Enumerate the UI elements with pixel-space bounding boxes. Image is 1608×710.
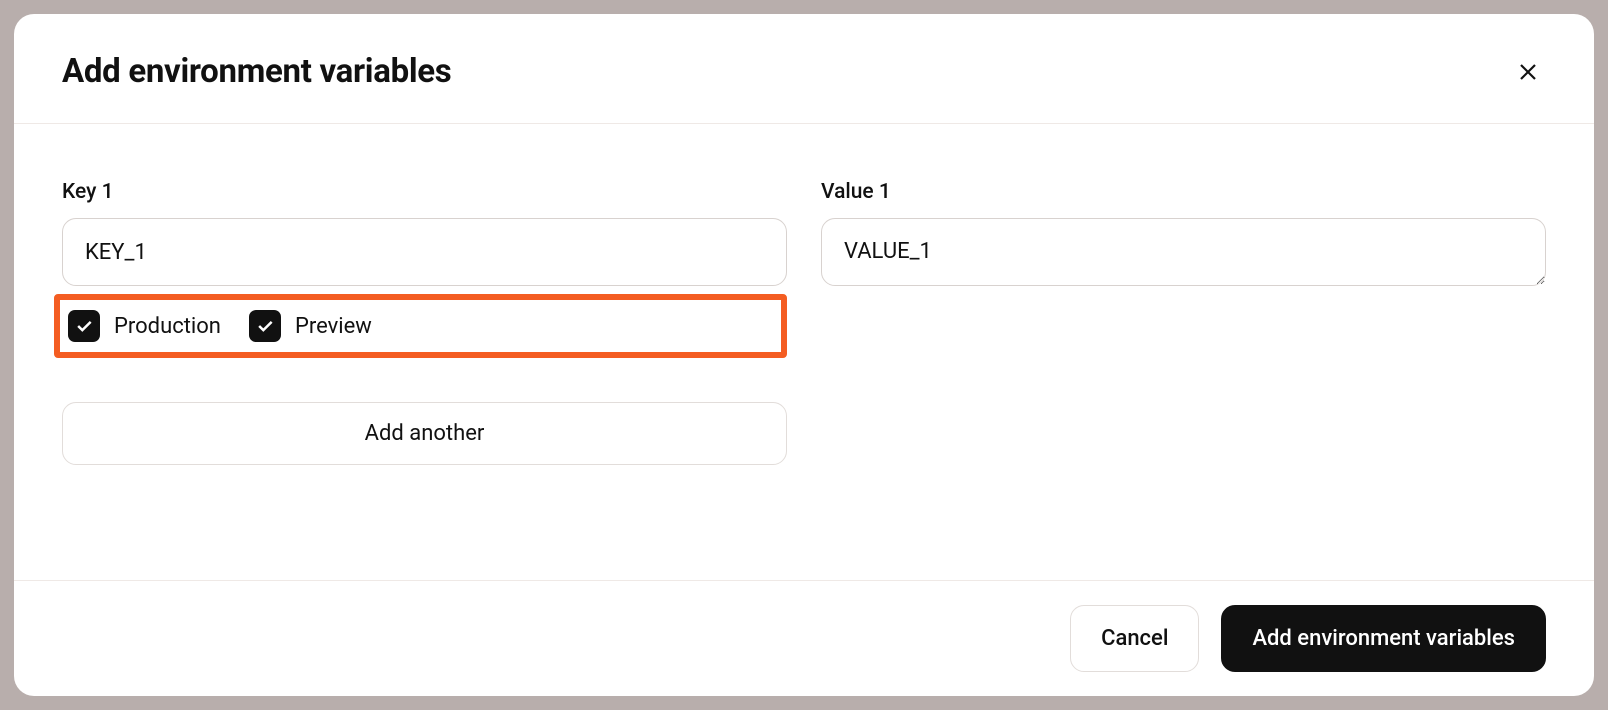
value-input[interactable]: VALUE_1 (821, 218, 1546, 286)
production-checkbox[interactable] (68, 310, 100, 342)
modal-header: Add environment variables (14, 14, 1594, 124)
preview-checkbox-item: Preview (249, 310, 372, 342)
check-icon (255, 316, 275, 336)
close-icon (1516, 60, 1540, 84)
key-label: Key 1 (62, 180, 787, 204)
preview-checkbox[interactable] (249, 310, 281, 342)
close-button[interactable] (1510, 54, 1546, 90)
fields-row: Key 1 Production (62, 180, 1546, 465)
production-checkbox-item: Production (68, 310, 221, 342)
add-another-button[interactable]: Add another (62, 402, 787, 465)
check-icon (74, 316, 94, 336)
modal-title: Add environment variables (62, 52, 451, 91)
value-field-group: Value 1 VALUE_1 (821, 180, 1546, 465)
cancel-button[interactable]: Cancel (1070, 605, 1199, 672)
preview-label: Preview (295, 314, 372, 339)
environments-highlight: Production Preview (54, 294, 787, 358)
modal-footer: Cancel Add environment variables (14, 580, 1594, 696)
production-label: Production (114, 314, 221, 339)
add-env-vars-modal: Add environment variables Key 1 (14, 14, 1594, 696)
submit-button[interactable]: Add environment variables (1221, 605, 1546, 672)
value-label: Value 1 (821, 180, 1546, 204)
key-field-group: Key 1 Production (62, 180, 787, 465)
key-input[interactable] (62, 218, 787, 286)
modal-body: Key 1 Production (14, 124, 1594, 580)
